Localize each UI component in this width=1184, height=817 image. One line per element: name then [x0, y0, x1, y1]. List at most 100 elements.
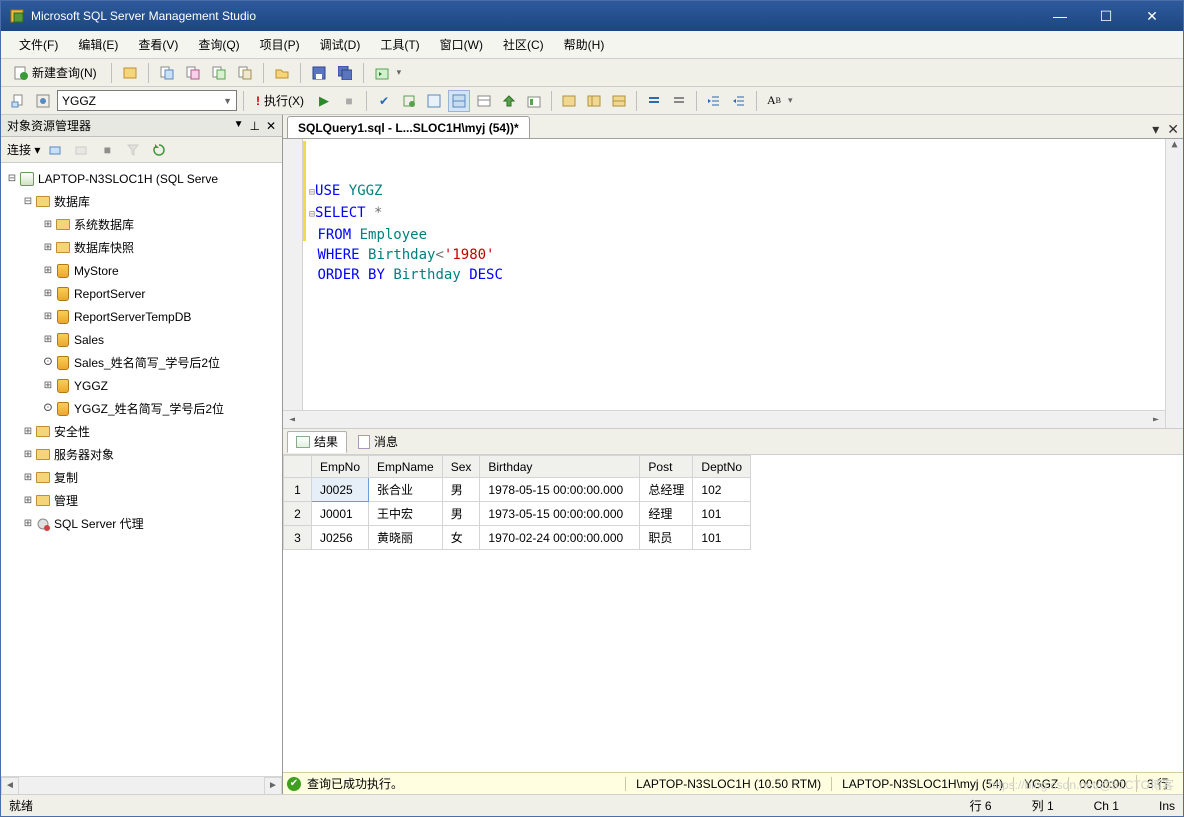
tree-db[interactable]: ⊞Sales: [3, 328, 280, 351]
editor-vscroll[interactable]: ▲: [1165, 139, 1183, 428]
menu-view[interactable]: 查看(V): [128, 32, 188, 57]
debug-icon[interactable]: ▶: [313, 90, 335, 112]
tree-serverobj[interactable]: ⊞服务器对象: [3, 443, 280, 466]
app-title: Microsoft SQL Server Management Studio: [31, 9, 1037, 23]
col-header[interactable]: Birthday: [480, 456, 640, 478]
maximize-button[interactable]: ☐: [1083, 1, 1129, 31]
tree-server[interactable]: ⊟LAPTOP-N3SLOC1H (SQL Serve: [3, 167, 280, 190]
menu-project[interactable]: 项目(P): [250, 32, 310, 57]
connect-toolbar: 连接 ▾ ■: [1, 137, 282, 163]
toolbar-icon[interactable]: [423, 90, 445, 112]
col-header[interactable]: Post: [640, 456, 693, 478]
change-connection-icon[interactable]: [32, 90, 54, 112]
app-icon: [9, 8, 25, 24]
toolbar-icon[interactable]: [234, 62, 256, 84]
document-tab[interactable]: SQLQuery1.sql - L...SLOC1H\myj (54))*: [287, 116, 530, 138]
col-header[interactable]: EmpName: [369, 456, 443, 478]
connect-button[interactable]: 连接 ▾: [7, 141, 40, 158]
status-ch: Ch 1: [1094, 799, 1119, 813]
toolbar-icon[interactable]: ■: [96, 139, 118, 161]
close-button[interactable]: ✕: [1129, 1, 1175, 31]
comment-icon[interactable]: [643, 90, 665, 112]
minimize-button[interactable]: —: [1037, 1, 1083, 31]
toolbar-icon[interactable]: [608, 90, 630, 112]
menu-community[interactable]: 社区(C): [493, 32, 554, 57]
editor-pane: SQLQuery1.sql - L...SLOC1H\myj (54))* ▾ …: [283, 115, 1183, 794]
toolbar-icon[interactable]: [182, 62, 204, 84]
toolbar-icon[interactable]: [44, 139, 66, 161]
open-icon[interactable]: [271, 62, 293, 84]
panel-close-icon[interactable]: ✕: [266, 119, 276, 133]
toolbar-main: 新建查询(N) ▾: [1, 59, 1183, 87]
filter-icon[interactable]: [122, 139, 144, 161]
toolbar-icon[interactable]: [156, 62, 178, 84]
menu-debug[interactable]: 调试(D): [310, 32, 371, 57]
object-tree[interactable]: ⊟LAPTOP-N3SLOC1H (SQL Serve ⊟数据库 ⊞系统数据库 …: [1, 163, 282, 776]
toolbar-icon[interactable]: [558, 90, 580, 112]
refresh-icon[interactable]: [148, 139, 170, 161]
cell-selected[interactable]: J0025: [312, 478, 369, 502]
save-icon[interactable]: [308, 62, 330, 84]
results-grid[interactable]: EmpNo EmpName Sex Birthday Post DeptNo 1…: [283, 455, 1183, 772]
toolbar-icon[interactable]: [498, 90, 520, 112]
stop-icon[interactable]: ■: [338, 90, 360, 112]
table-row[interactable]: 2 J0001 王中宏 男 1973-05-15 00:00:00.000 经理…: [284, 502, 751, 526]
toolbar-icon[interactable]: [473, 90, 495, 112]
editor-hscroll[interactable]: ◄►: [283, 410, 1165, 428]
parse-icon[interactable]: ✔: [373, 90, 395, 112]
tab-close-icon[interactable]: ✕: [1163, 121, 1183, 138]
table-row[interactable]: 3 J0256 黄晓丽 女 1970-02-24 00:00:00.000 职员…: [284, 526, 751, 550]
tab-messages[interactable]: 消息: [349, 431, 407, 453]
toolbar-icon[interactable]: [583, 90, 605, 112]
indent-icon[interactable]: [703, 90, 725, 112]
status-rows: 3 行: [1136, 775, 1179, 792]
tree-databases[interactable]: ⊟数据库: [3, 190, 280, 213]
outdent-icon[interactable]: [728, 90, 750, 112]
toolbar-icon[interactable]: [7, 90, 29, 112]
new-query-button[interactable]: 新建查询(N): [7, 61, 104, 84]
tab-results[interactable]: 结果: [287, 431, 347, 453]
tree-security[interactable]: ⊞安全性: [3, 420, 280, 443]
toolbar-icon[interactable]: [119, 62, 141, 84]
col-header[interactable]: Sex: [442, 456, 480, 478]
tree-db[interactable]: ⊞YGGZ: [3, 374, 280, 397]
menu-window[interactable]: 窗口(W): [430, 32, 493, 57]
col-header[interactable]: EmpNo: [312, 456, 369, 478]
tree-db[interactable]: ⊞ReportServerTempDB: [3, 305, 280, 328]
menu-help[interactable]: 帮助(H): [554, 32, 615, 57]
tree-management[interactable]: ⊞管理: [3, 489, 280, 512]
table-row[interactable]: 1 J0025 张合业 男 1978-05-15 00:00:00.000 总经…: [284, 478, 751, 502]
tree-db[interactable]: ⵙSales_姓名简写_学号后2位: [3, 351, 280, 374]
tree-db[interactable]: ⵙYGGZ_姓名简写_学号后2位: [3, 397, 280, 420]
uncomment-icon[interactable]: [668, 90, 690, 112]
toolbar-icon[interactable]: [523, 90, 545, 112]
tree-agent[interactable]: ⊞SQL Server 代理: [3, 512, 280, 535]
sidebar-hscroll[interactable]: ◄►: [1, 776, 282, 794]
pin-icon[interactable]: ⊥: [249, 119, 259, 133]
menu-file[interactable]: 文件(F): [9, 32, 68, 57]
col-header[interactable]: DeptNo: [693, 456, 751, 478]
tree-db[interactable]: ⊞MyStore: [3, 259, 280, 282]
tree-db[interactable]: ⊞ReportServer: [3, 282, 280, 305]
save-all-icon[interactable]: [334, 62, 356, 84]
toolbar-icon[interactable]: [398, 90, 420, 112]
toolbar-icon[interactable]: [70, 139, 92, 161]
execute-button[interactable]: ! 执行(X): [250, 90, 310, 111]
sql-editor[interactable]: ⊟USE YGGZ ⊟SELECT * FROM Employee WHERE …: [283, 139, 1183, 429]
tab-dropdown-icon[interactable]: ▾: [1148, 121, 1163, 138]
toolbar-icon[interactable]: [448, 90, 470, 112]
toolbar-icon[interactable]: [208, 62, 230, 84]
toolbar-icon[interactable]: AB: [763, 90, 785, 112]
menu-query[interactable]: 查询(Q): [188, 32, 249, 57]
sql-code[interactable]: ⊟USE YGGZ ⊟SELECT * FROM Employee WHERE …: [303, 139, 509, 428]
object-explorer-header: 对象资源管理器 ▼ ⊥ ✕: [1, 115, 282, 137]
menu-edit[interactable]: 编辑(E): [68, 32, 128, 57]
database-select[interactable]: YGGZ▼: [57, 90, 237, 111]
menu-tools[interactable]: 工具(T): [370, 32, 429, 57]
status-login: LAPTOP-N3SLOC1H\myj (54): [831, 777, 1013, 791]
panel-dropdown-icon[interactable]: ▼: [234, 119, 244, 133]
tree-sysdb[interactable]: ⊞系统数据库: [3, 213, 280, 236]
tree-snapshot[interactable]: ⊞数据库快照: [3, 236, 280, 259]
tree-replication[interactable]: ⊞复制: [3, 466, 280, 489]
toolbar-icon[interactable]: [371, 62, 393, 84]
